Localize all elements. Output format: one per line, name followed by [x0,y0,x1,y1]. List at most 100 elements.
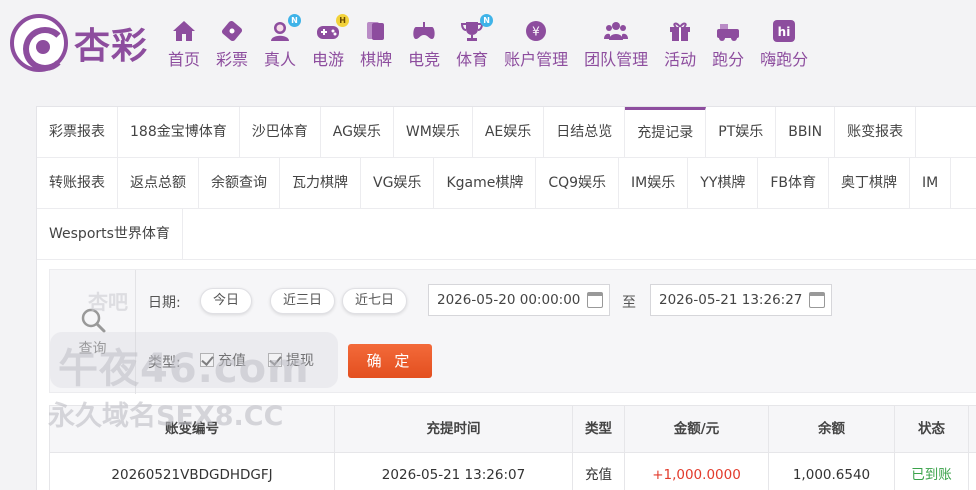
table-row[interactable]: 20260521VBDGDHDGFJ 2026-05-21 13:26:07 充… [49,453,976,490]
nav-esports[interactable]: 电竞 [400,18,448,70]
esports-controller-icon [411,18,437,42]
tab-balance-query[interactable]: 余额查询 [199,158,280,208]
hot-badge: H [336,14,350,27]
column-header[interactable]: 类型 [573,406,625,452]
nav-sports[interactable]: N 体育 [448,14,496,70]
main-nav: 首页 彩票 N 真人 H 电游 棋牌 电竞 N 体育 ¥ 账户管理 团队管理 活… [160,14,816,70]
nav-label: 团队管理 [584,50,649,69]
calendar-icon[interactable] [809,292,825,308]
tab-bbin[interactable]: BBIN [776,107,836,157]
confirm-button[interactable]: 确 定 [348,344,432,378]
tab-fb-sports[interactable]: FB体育 [758,158,830,208]
tab-row-3: Wesports世界体育 [37,209,976,260]
tab-account-change-report[interactable]: 账变报表 [835,107,917,157]
tab-daily-overview[interactable]: 日结总览 [544,107,626,157]
column-header-spacer [969,406,976,452]
report-tabs: 彩票报表 188金宝博体育 沙巴体育 AG娱乐 WM娱乐 AE娱乐 日结总览 充… [37,107,976,260]
report-panel: 彩票报表 188金宝博体育 沙巴体育 AG娱乐 WM娱乐 AE娱乐 日结总览 充… [36,106,976,490]
nav-team-management[interactable]: 团队管理 [576,18,656,70]
checkbox-label: 提现 [286,353,314,369]
record-status: 已到账 [895,453,969,490]
tab-wesports[interactable]: Wesports世界体育 [37,209,183,259]
column-header[interactable]: 账变编号 [49,406,335,452]
column-header[interactable]: 充提时间 [335,406,573,452]
calendar-icon[interactable] [587,292,603,308]
quick-7days-button[interactable]: 近七日 [342,288,408,314]
tab-odin-chess[interactable]: 奥丁棋牌 [829,158,911,208]
withdraw-checkbox[interactable]: 提现 [268,350,314,370]
tab-deposit-withdraw-records[interactable]: 充提记录 [625,107,707,157]
nav-lottery[interactable]: 彩票 [208,18,256,70]
tab-ag[interactable]: AG娱乐 [321,107,394,157]
record-type: 充值 [573,453,625,490]
nav-label: 账户管理 [504,50,569,69]
nav-chess-cards[interactable]: 棋牌 [352,18,400,70]
tab-transfer-report[interactable]: 转账报表 [37,158,118,208]
logo-emblem-icon [10,14,68,72]
records-table: 账变编号 充提时间 类型 金额/元 余额 状态 20260521VBDGDHDG… [49,405,976,490]
tab-vg[interactable]: VG娱乐 [361,158,435,208]
hi-app-icon: hi [771,18,797,42]
tab-ae[interactable]: AE娱乐 [473,107,545,157]
brand-name: 杏彩 [74,25,149,67]
tab-wali-chess[interactable]: 瓦力棋牌 [280,158,361,208]
start-date-input[interactable]: 2026-05-20 00:00:00 [428,284,610,316]
svg-text:¥: ¥ [532,25,540,39]
tab-188-sports[interactable]: 188金宝博体育 [118,107,240,157]
tab-pt[interactable]: PT娱乐 [706,107,777,157]
nav-label: 活动 [664,50,697,69]
nav-home[interactable]: 首页 [160,18,208,70]
tab-saba-sports[interactable]: 沙巴体育 [240,107,321,157]
nav-label: 嗨跑分 [760,50,809,69]
nav-label: 电游 [312,50,345,69]
new-badge: N [480,14,494,27]
end-date-value: 2026-05-21 13:26:27 [659,292,803,308]
brand-logo[interactable]: 杏彩 [10,14,148,72]
end-date-input[interactable]: 2026-05-21 13:26:27 [650,284,832,316]
race-icon [715,18,741,42]
tab-row-2: 转账报表 返点总额 余额查询 瓦力棋牌 VG娱乐 Kgame棋牌 CQ9娱乐 I… [37,158,976,209]
home-icon [171,18,197,42]
nav-account-management[interactable]: ¥ 账户管理 [496,18,576,70]
nav-label: 首页 [168,50,201,69]
svg-text:hi: hi [778,25,791,39]
checkbox-box[interactable] [200,353,214,367]
nav-hi-run-points[interactable]: hi 嗨跑分 [752,18,816,70]
quick-today-button[interactable]: 今日 [200,288,253,314]
team-icon [603,18,629,42]
tab-yy-chess[interactable]: YY棋牌 [688,158,759,208]
row-spacer [969,453,976,490]
column-header[interactable]: 状态 [895,406,969,452]
nav-activity[interactable]: 活动 [656,18,704,70]
tab-cq9[interactable]: CQ9娱乐 [536,158,620,208]
yen-coin-icon: ¥ [523,18,549,42]
nav-label: 电竞 [408,50,441,69]
tab-im-truncated[interactable]: IM [910,158,952,208]
date-label: 日期: [148,295,181,311]
start-date-value: 2026-05-20 00:00:00 [437,292,581,308]
gift-icon [667,18,693,42]
record-time: 2026-05-21 13:26:07 [335,453,573,490]
nav-electronic-games[interactable]: H 电游 [304,14,352,70]
nav-run-points[interactable]: 跑分 [704,18,752,70]
column-header[interactable]: 余额 [769,406,895,452]
tab-kgame-chess[interactable]: Kgame棋牌 [434,158,537,208]
nav-live[interactable]: N 真人 [256,14,304,70]
lottery-ticket-icon [219,18,245,42]
type-label: 类型: [148,355,181,371]
record-id: 20260521VBDGDHDGFJ [49,453,335,490]
top-navigation-bar: 杏彩 首页 彩票 N 真人 H 电游 棋牌 电竞 N 体育 ¥ 账户管理 团队管… [0,0,976,88]
tab-lottery-report[interactable]: 彩票报表 [37,107,118,157]
nav-label: 彩票 [216,50,249,69]
checkbox-box[interactable] [268,353,282,367]
tab-im[interactable]: IM娱乐 [619,158,689,208]
record-balance: 1,000.6540 [769,453,895,490]
tab-wm[interactable]: WM娱乐 [394,107,473,157]
nav-label: 真人 [264,50,297,69]
cards-icon [363,18,389,42]
deposit-checkbox[interactable]: 充值 [200,350,246,370]
tab-rebate-total[interactable]: 返点总额 [118,158,199,208]
column-header[interactable]: 金额/元 [625,406,769,452]
quick-3days-button[interactable]: 近三日 [270,288,336,314]
nav-label: 棋牌 [360,50,393,69]
